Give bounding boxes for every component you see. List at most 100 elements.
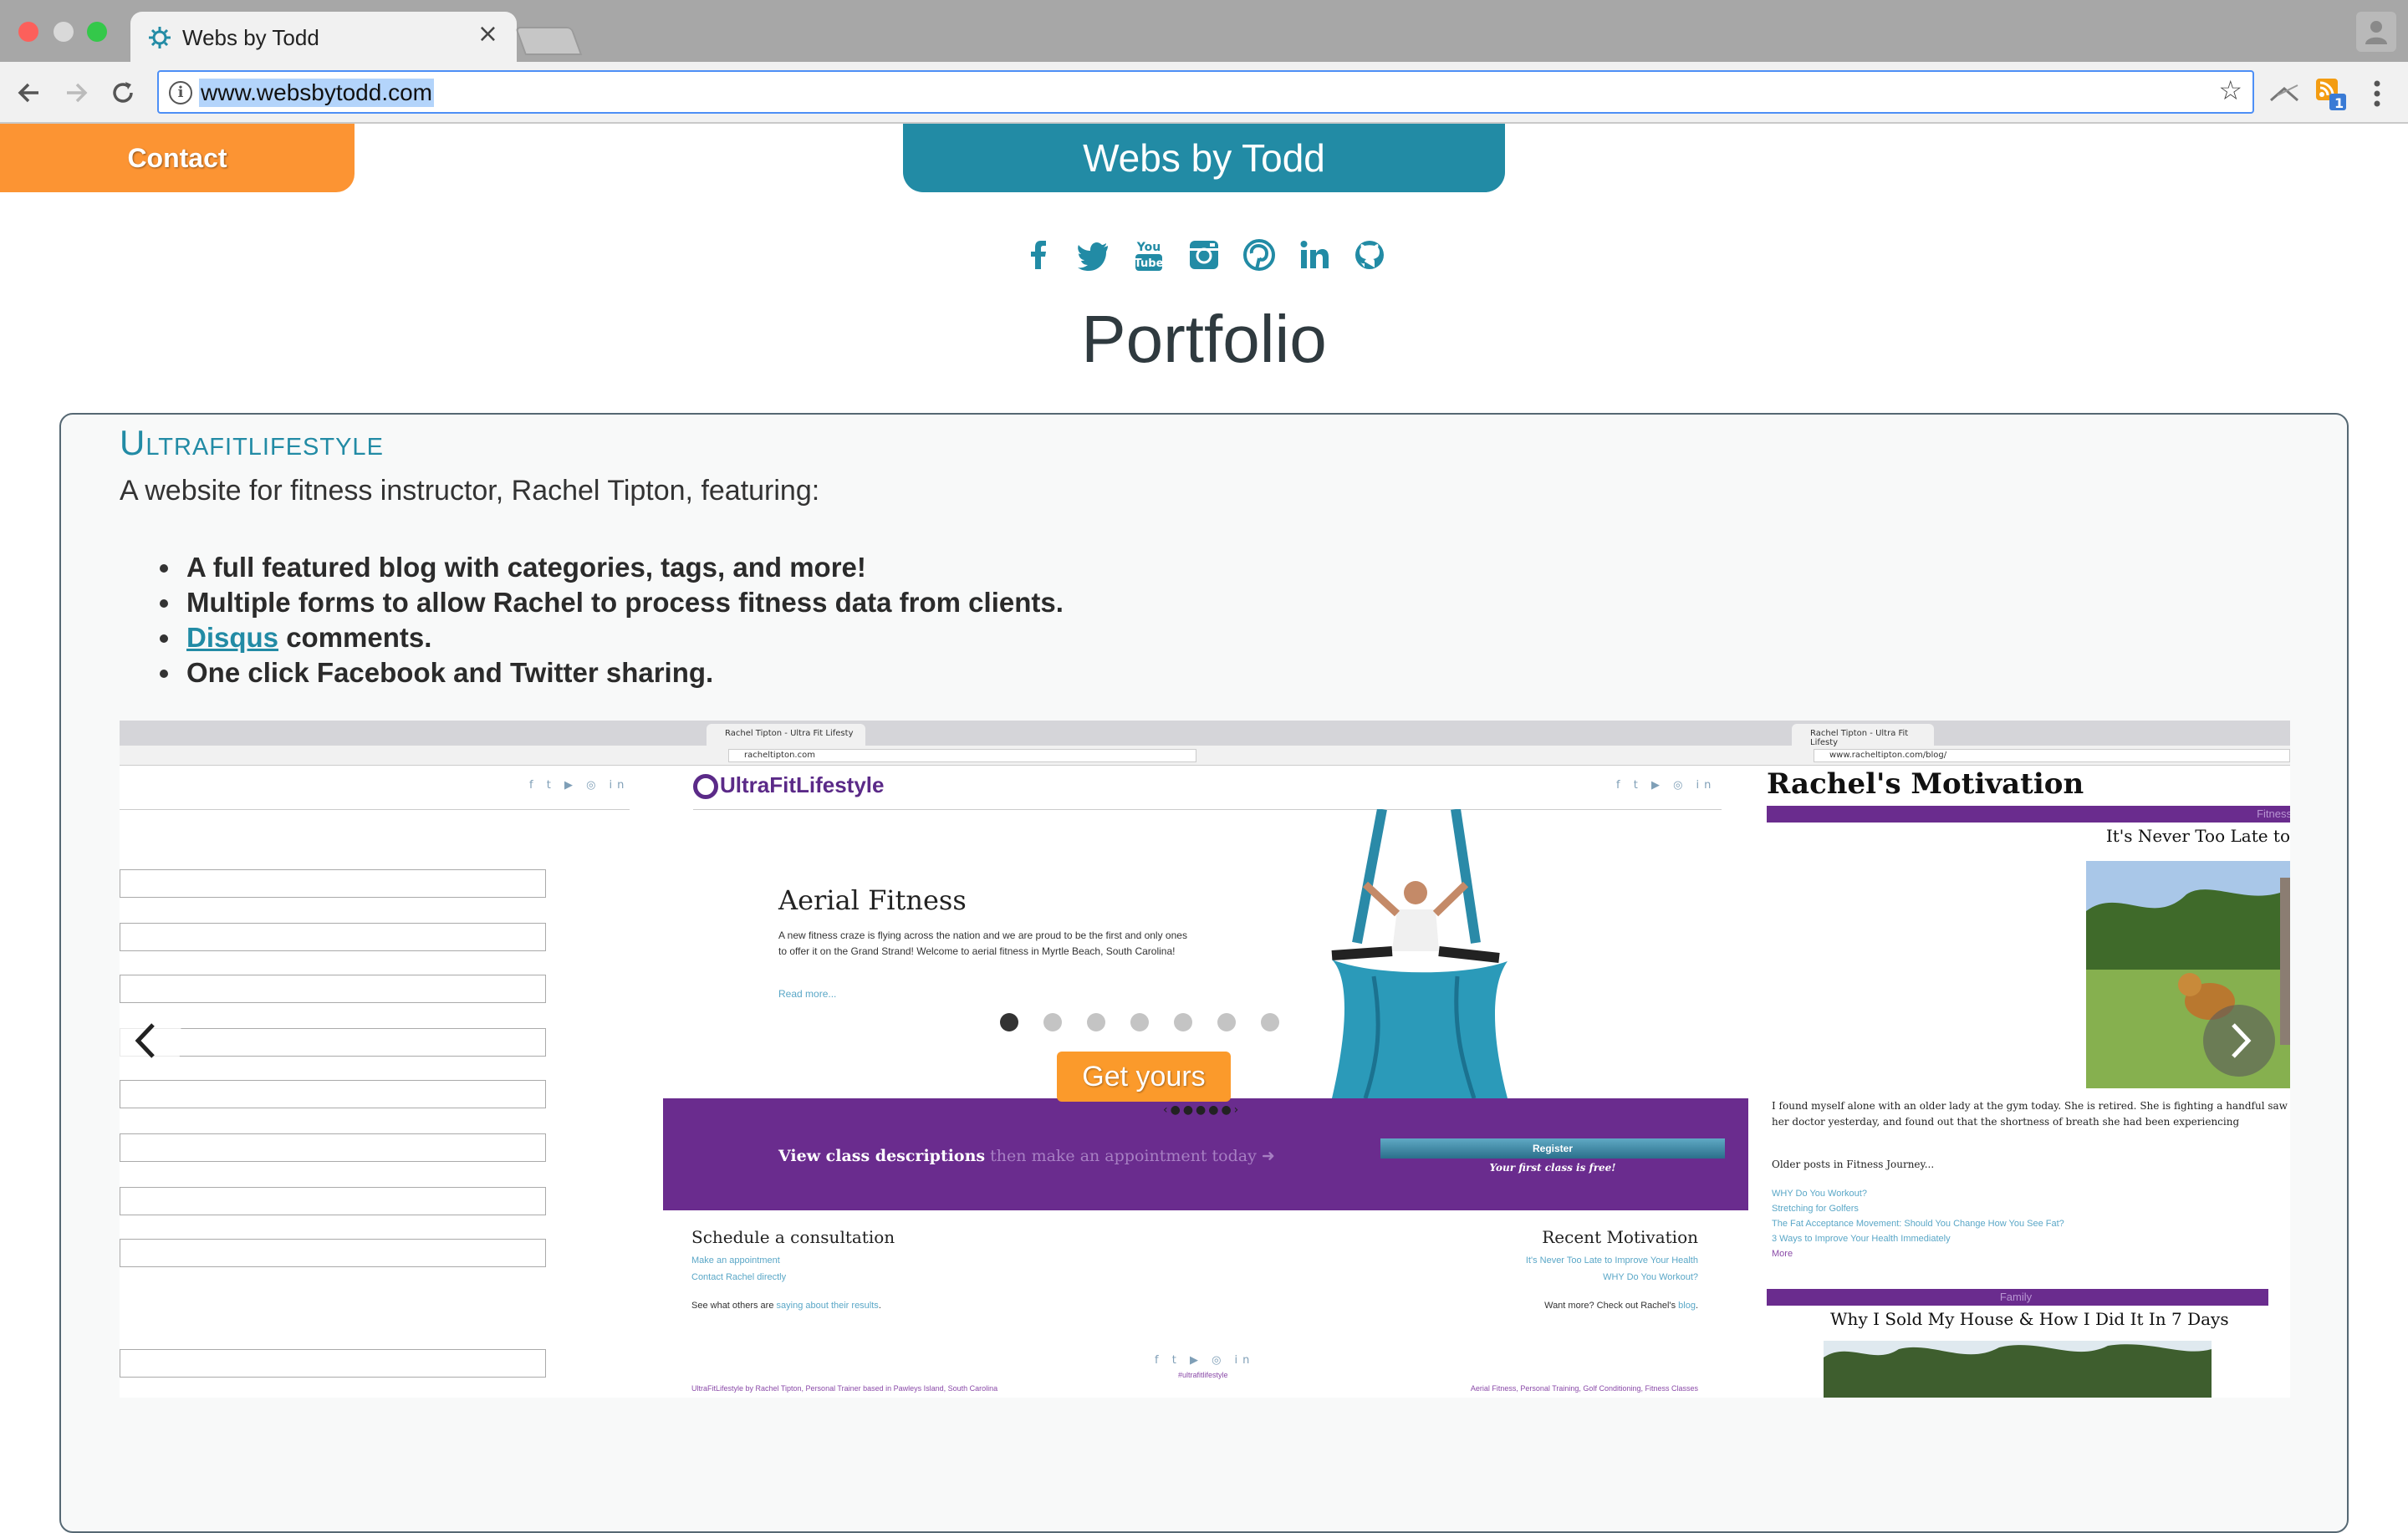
svg-text:You: You — [1136, 241, 1161, 254]
footer-right: Aerial Fitness, Personal Training, Golf … — [1470, 1384, 1698, 1393]
form-field — [120, 923, 546, 951]
tab-close-icon[interactable]: × — [477, 22, 498, 47]
older-post-link: Stretching for Golfers — [1772, 1204, 1859, 1214]
recent-link: It's Never Too Late to Improve Your Heal… — [1525, 1255, 1698, 1266]
browser-tab[interactable]: Webs by Todd × — [130, 12, 517, 64]
carousel-dot[interactable] — [1174, 1013, 1192, 1031]
social-links: You Tube — [1003, 236, 1405, 281]
mini-social-icons: f t ▶ ◎ in — [1155, 1354, 1255, 1367]
feature-item: A full featured blog with categories, ta… — [160, 550, 1064, 585]
profile-button[interactable] — [2356, 12, 2396, 52]
post-title: Why I Sold My House & How I Did It In 7 … — [1830, 1309, 2229, 1329]
want-more-text: Want more? Check out Rachel's blog. — [1544, 1301, 1698, 1311]
youtube-icon[interactable]: You Tube — [1130, 236, 1168, 274]
form-field — [120, 1133, 546, 1162]
carousel-dot[interactable] — [1000, 1013, 1018, 1031]
feature-item: Disqus comments. — [160, 620, 1064, 655]
chevron-right-icon — [2232, 1023, 2252, 1058]
register-button: Register — [1380, 1138, 1725, 1159]
portfolio-card: Ultrafitlifestyle A website for fitness … — [59, 413, 2349, 1533]
want-more-link: blog — [1678, 1301, 1696, 1311]
blog-title: Rachel's Motivation — [1767, 767, 2084, 801]
footer-left: UltraFitLifestyle by Rachel Tipton, Pers… — [691, 1384, 998, 1393]
category-bar: Fitness — [1767, 806, 2290, 823]
cta-text: View class descriptions then make an app… — [778, 1147, 1275, 1165]
mini-social-icons: f t ▶ ◎ in — [529, 779, 630, 792]
slide-tab: Rachel Tipton - Ultra Fit Lifesty — [707, 724, 865, 746]
more-link: More — [1772, 1249, 1793, 1259]
recent-link: WHY Do You Workout? — [1603, 1272, 1698, 1282]
slide-forms-panel: f t ▶ ◎ in — [120, 767, 638, 1398]
twitter-icon[interactable] — [1074, 236, 1113, 274]
schedule-heading: Schedule a consultation — [691, 1227, 895, 1247]
minimize-window-button[interactable] — [54, 22, 74, 42]
older-post-link: WHY Do You Workout? — [1772, 1189, 1867, 1199]
carousel-dot[interactable] — [1043, 1013, 1062, 1031]
chevron-left-icon — [135, 1023, 155, 1058]
mini-social-icons: f t ▶ ◎ in — [1616, 779, 1717, 792]
see-others-link: saying about their results — [776, 1301, 879, 1311]
form-field — [120, 1080, 546, 1108]
carousel-next-button[interactable] — [2203, 1005, 2275, 1077]
hero-title: Aerial Fitness — [778, 884, 967, 916]
divider — [120, 809, 630, 810]
site-brand[interactable]: Webs by Todd — [903, 124, 1505, 192]
cta-band: ‹●●●●●› View class descriptions then mak… — [663, 1098, 1748, 1210]
forward-arrow-icon[interactable] — [57, 74, 95, 112]
feature-list: A full featured blog with categories, ta… — [160, 550, 1064, 690]
cta-main: View class descriptions — [778, 1147, 986, 1165]
divider — [693, 809, 1722, 810]
site-favicon-icon — [149, 27, 171, 48]
hero-text: A new fitness craze is flying across the… — [778, 929, 1187, 957]
recent-heading: Recent Motivation — [1542, 1227, 1698, 1247]
close-window-button[interactable] — [18, 22, 38, 42]
get-yours-button[interactable]: Get yours — [1057, 1052, 1231, 1102]
feature-item: One click Facebook and Twitter sharing. — [160, 655, 1064, 690]
mini-carousel-dots: ‹●●●●●› — [1163, 1103, 1242, 1117]
project-description: A website for fitness instructor, Rachel… — [120, 475, 820, 507]
carousel-dot[interactable] — [1217, 1013, 1236, 1031]
disqus-link[interactable]: Disqus — [186, 622, 278, 653]
browser-titlebar: Webs by Todd × — [0, 0, 2408, 64]
form-field — [120, 1028, 546, 1057]
older-posts-heading: Older posts in Fitness Journey... — [1772, 1159, 1935, 1170]
extension-badge: 1 — [2334, 95, 2344, 111]
reload-icon[interactable] — [104, 74, 142, 112]
linkedin-icon[interactable] — [1295, 236, 1334, 274]
older-post-link: 3 Ways to Improve Your Health Immediatel… — [1772, 1234, 1951, 1244]
back-arrow-icon[interactable] — [10, 74, 48, 112]
rss-extension-button[interactable]: 1 — [2314, 75, 2348, 112]
carousel-dot[interactable] — [1261, 1013, 1279, 1031]
cast-extension-icon[interactable] — [2266, 75, 2303, 112]
new-tab-button[interactable] — [514, 27, 583, 55]
aerial-silk-image — [1331, 809, 1508, 1098]
url-text[interactable]: www.websbytodd.com — [199, 79, 435, 107]
logo-text: UltraFitLifestyle — [720, 772, 885, 797]
slide-url-blog: www.racheltipton.com/blog/ — [1814, 749, 2290, 762]
footer-center: #ultrafitlifestyle — [1178, 1371, 1228, 1379]
menu-kebab-icon[interactable] — [2363, 75, 2391, 112]
logo-mark-icon — [693, 774, 718, 800]
schedule-link: Make an appointment — [691, 1255, 780, 1266]
maximize-window-button[interactable] — [87, 22, 107, 42]
want-more-label: Want more? Check out Rachel's — [1544, 1301, 1676, 1311]
contact-button[interactable]: Contact — [0, 124, 355, 192]
cta-sub: then make an appointment today — [990, 1147, 1257, 1165]
instagram-icon[interactable] — [1185, 236, 1223, 274]
carousel-prev-button[interactable] — [120, 1005, 183, 1077]
older-post-link: The Fat Acceptance Movement: Should You … — [1772, 1219, 2064, 1229]
facebook-icon[interactable] — [1019, 236, 1058, 274]
address-bar[interactable]: i www.websbytodd.com ☆ — [157, 70, 2254, 114]
bookmark-star-icon[interactable]: ☆ — [2218, 77, 2242, 104]
post-excerpt: I found myself alone with an older lady … — [1772, 1100, 2288, 1128]
form-field — [120, 1349, 546, 1378]
github-icon[interactable] — [1350, 236, 1389, 274]
svg-text:Tube: Tube — [1135, 257, 1164, 270]
carousel-dot[interactable] — [1130, 1013, 1149, 1031]
browser-toolbar: i www.websbytodd.com ☆ 1 — [0, 62, 2408, 124]
register-subtext: Your first class is free! — [1489, 1162, 1616, 1174]
pinterest-icon[interactable] — [1240, 236, 1278, 274]
site-info-icon[interactable]: i — [169, 81, 192, 104]
feature-item-text: comments. — [286, 622, 432, 653]
carousel-dot[interactable] — [1087, 1013, 1105, 1031]
